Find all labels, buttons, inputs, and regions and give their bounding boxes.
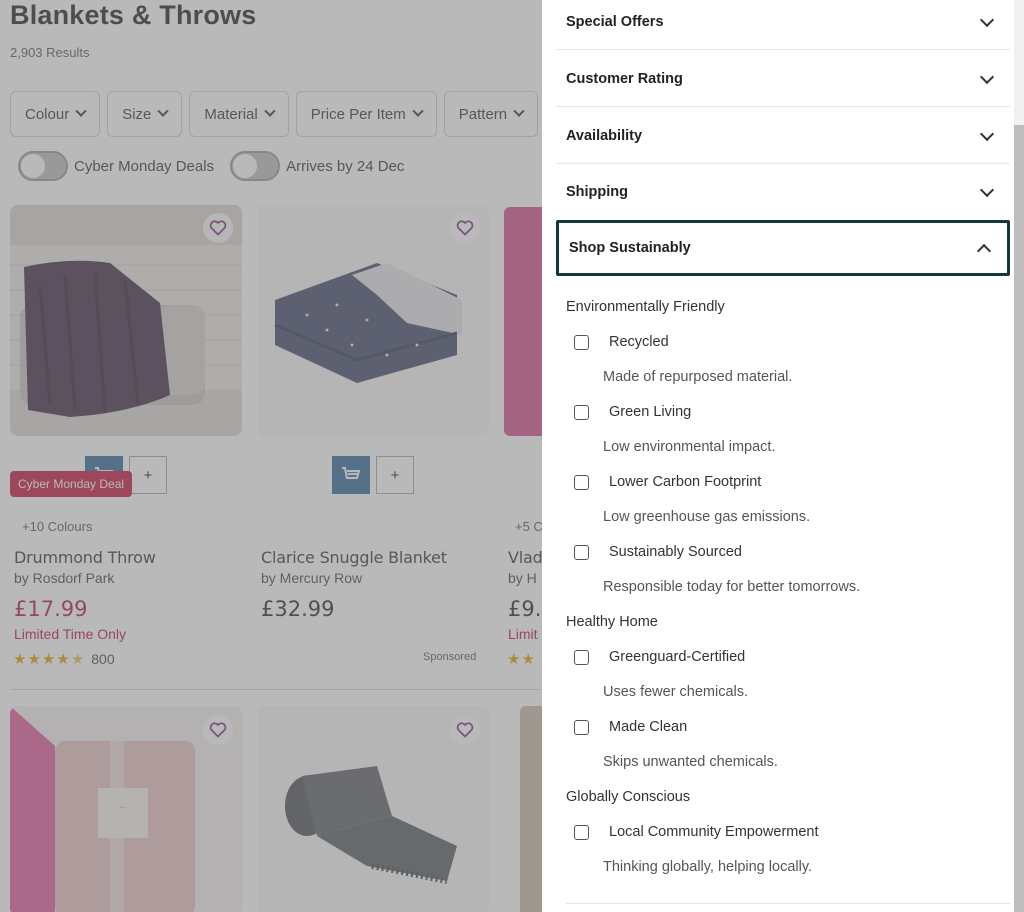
accordion-shipping[interactable]: Shipping (556, 164, 1010, 220)
checkbox[interactable] (574, 649, 589, 665)
option-label: Lower Carbon Footprint (609, 474, 762, 490)
option-label: Greenguard-Certified (609, 649, 746, 665)
option-label: Made Clean (609, 719, 688, 735)
group-title: Environmentally Friendly (566, 299, 725, 315)
option-description: Low greenhouse gas emissions. (603, 509, 811, 525)
accordion-availability[interactable]: Availability (556, 108, 1010, 164)
chevron-down-icon (979, 126, 995, 141)
accordion-shop-sustainably[interactable]: Shop Sustainably (556, 220, 1010, 276)
chevron-down-icon (979, 69, 995, 84)
accordion-title: Availability (566, 127, 643, 144)
checkbox[interactable] (574, 334, 589, 350)
accordion-title: Shop Sustainably (569, 240, 691, 256)
option-label: Local Community Empowerment (609, 824, 819, 840)
option-recycled[interactable]: Recycled (574, 334, 669, 350)
option-label: Sustainably Sourced (609, 544, 742, 560)
filter-drawer: Special Offers Customer Rating Availabil… (542, 0, 1024, 912)
option-local-community-empowerment[interactable]: Local Community Empowerment (574, 824, 819, 840)
option-greenguard-certified[interactable]: Greenguard-Certified (574, 649, 745, 665)
checkbox[interactable] (574, 719, 589, 735)
checkbox[interactable] (574, 824, 589, 840)
option-description: Thinking globally, helping locally. (603, 859, 813, 875)
accordion-title: Shipping (566, 184, 629, 200)
option-description: Skips unwanted chemicals. (603, 754, 778, 770)
accordion-title: Customer Rating (566, 70, 683, 87)
option-label: Recycled (609, 334, 669, 350)
chevron-down-icon (979, 182, 995, 198)
option-description: Uses fewer chemicals. (603, 684, 749, 700)
divider (566, 903, 1010, 904)
accordion-title: Special Offers (566, 13, 664, 30)
accordion-customer-rating[interactable]: Customer Rating (556, 51, 1010, 107)
option-made-clean[interactable]: Made Clean (574, 719, 687, 735)
option-green-living[interactable]: Green Living (574, 404, 691, 420)
chevron-down-icon (979, 12, 995, 27)
option-description: Responsible today for better tomorrows. (603, 579, 861, 595)
option-description: Made of repurposed material. (603, 369, 793, 385)
checkbox[interactable] (574, 474, 589, 490)
option-label: Green Living (609, 404, 692, 420)
option-description: Low environmental impact. (603, 439, 776, 455)
scrollbar-thumb[interactable] (1014, 125, 1024, 912)
option-sustainably-sourced[interactable]: Sustainably Sourced (574, 544, 742, 560)
checkbox[interactable] (574, 404, 589, 420)
checkbox[interactable] (574, 544, 589, 560)
modal-backdrop[interactable] (0, 0, 542, 912)
option-lower-carbon-footprint[interactable]: Lower Carbon Footprint (574, 474, 761, 490)
chevron-up-icon (976, 243, 992, 259)
group-title: Healthy Home (566, 614, 658, 630)
group-title: Globally Conscious (566, 789, 691, 805)
accordion-special-offers[interactable]: Special Offers (556, 0, 1010, 50)
